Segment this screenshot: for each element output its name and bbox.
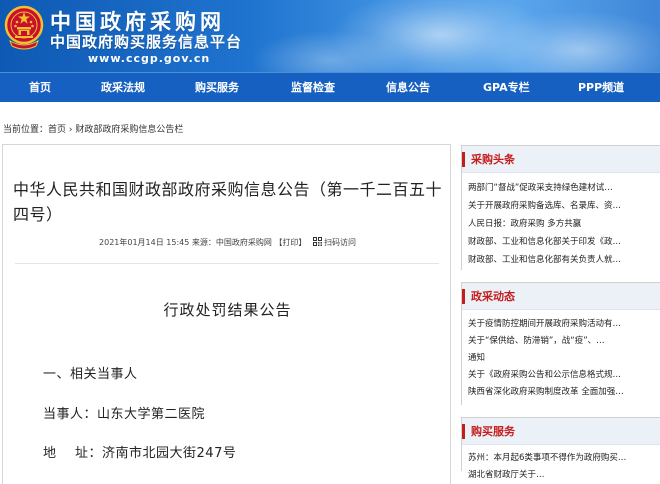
address-line: 地 址：济南市北园大街247号 xyxy=(43,446,237,461)
sidebar-box-title: 政采动态 xyxy=(471,290,515,303)
sidebar-link[interactable]: 湖北省财政厅关于… xyxy=(468,468,658,480)
article-divider xyxy=(15,263,439,264)
main-nav: 首页 政采法规 购买服务 监督检查 信息公告 GPA专栏 PPP频道 xyxy=(0,72,660,102)
breadcrumb-separator: › xyxy=(68,125,73,135)
qr-code-icon[interactable] xyxy=(312,237,322,246)
header-accent-bar xyxy=(462,152,465,167)
scan-to-visit-label[interactable]: 扫码访问 xyxy=(324,238,356,247)
nav-item-supervision[interactable]: 监督检查 xyxy=(291,73,335,103)
sidebar-box-title: 购买服务 xyxy=(471,425,515,438)
article-title: 中华人民共和国财政部政府采购信息公告（第一千二百五十四号） xyxy=(13,180,443,224)
breadcrumb-current-link[interactable]: 财政部政府采购信息公告栏 xyxy=(75,125,183,135)
breadcrumb-prefix: 当前位置： xyxy=(3,125,49,135)
header-accent-bar xyxy=(462,424,465,439)
nav-item-ppp[interactable]: PPP频道 xyxy=(578,73,624,103)
sidebar-link[interactable]: 财政部、工业和信息化部关于印发《政… xyxy=(468,235,658,247)
article-date: 2021年01月14日 15:45 xyxy=(99,238,190,247)
breadcrumb-home-link[interactable]: 首页 xyxy=(48,125,66,135)
document-heading: 行政处罚结果公告 xyxy=(163,301,292,319)
sidebar-link[interactable]: 关于疫情防控期间开展政府采购活动有… xyxy=(468,317,658,329)
sidebar-box-header: 购买服务 xyxy=(462,418,660,445)
sidebar-box-header: 采购头条 xyxy=(462,146,660,173)
sidebar-link[interactable]: 关于《政府采购公告和公示信息格式规… xyxy=(468,368,658,380)
section-heading-parties: 一、相关当事人 xyxy=(43,367,138,382)
sidebar-link[interactable]: 苏州：本月起6类事项不得作为政府购买… xyxy=(468,451,658,463)
article-meta: 2021年01月14日 15:45 来源：中国政府采购网 【打印】 扫码访问 xyxy=(3,237,452,248)
breadcrumb: 当前位置：首页 › 财政部政府采购信息公告栏 xyxy=(3,122,183,135)
site-subname: 中国政府购买服务信息平台 xyxy=(50,33,243,51)
sidebar-box-news: 政采动态 关于疫情防控期间开展政府采购活动有… 关于“保供给、防滞销”，战“疫”… xyxy=(461,282,660,405)
national-emblem-icon xyxy=(4,5,44,50)
sidebar-link[interactable]: 通知 xyxy=(468,351,658,363)
sidebar-link[interactable]: 陕西省深化政府采购制度改革 全面加强… xyxy=(468,385,658,397)
site-url: www.ccgp.gov.cn xyxy=(88,52,211,65)
sidebar-link[interactable]: 人民日报：政府采购 多方共赢 xyxy=(468,217,658,229)
nav-item-regulations[interactable]: 政采法规 xyxy=(101,73,145,103)
sidebar-link[interactable]: 关于“保供给、防滞销”，战“疫”、… xyxy=(468,334,658,346)
article-source: 来源：中国政府采购网 xyxy=(191,238,272,247)
sidebar-box-headlines: 采购头条 两部门“督战”促政采支持绿色建材试… 关于开展政府采购备选库、名录库、… xyxy=(461,145,660,270)
article-panel: 中华人民共和国财政部政府采购信息公告（第一千二百五十四号） 2021年01月14… xyxy=(2,144,451,484)
sidebar-box-services: 购买服务 苏州：本月起6类事项不得作为政府购买… 湖北省财政厅关于… xyxy=(461,417,660,480)
sidebar-box-title: 采购头条 xyxy=(471,153,515,166)
site-banner: 中国政府采购网 中国政府购买服务信息平台 www.ccgp.gov.cn xyxy=(0,0,660,72)
nav-item-announcements[interactable]: 信息公告 xyxy=(386,73,430,103)
sidebar-link[interactable]: 关于开展政府采购备选库、名录库、资… xyxy=(468,199,658,211)
nav-item-purchase-services[interactable]: 购买服务 xyxy=(195,73,239,103)
header-accent-bar xyxy=(462,289,465,304)
sidebar-link[interactable]: 两部门“督战”促政采支持绿色建材试… xyxy=(468,181,658,193)
nav-item-gpa[interactable]: GPA专栏 xyxy=(483,73,530,103)
party-line: 当事人：山东大学第二医院 xyxy=(43,407,206,422)
sidebar-box-header: 政采动态 xyxy=(462,283,660,310)
nav-item-home[interactable]: 首页 xyxy=(29,73,51,103)
print-link[interactable]: 【打印】 xyxy=(274,238,306,247)
sidebar-link[interactable]: 财政部、工业和信息化部有关负责人就… xyxy=(468,253,658,265)
